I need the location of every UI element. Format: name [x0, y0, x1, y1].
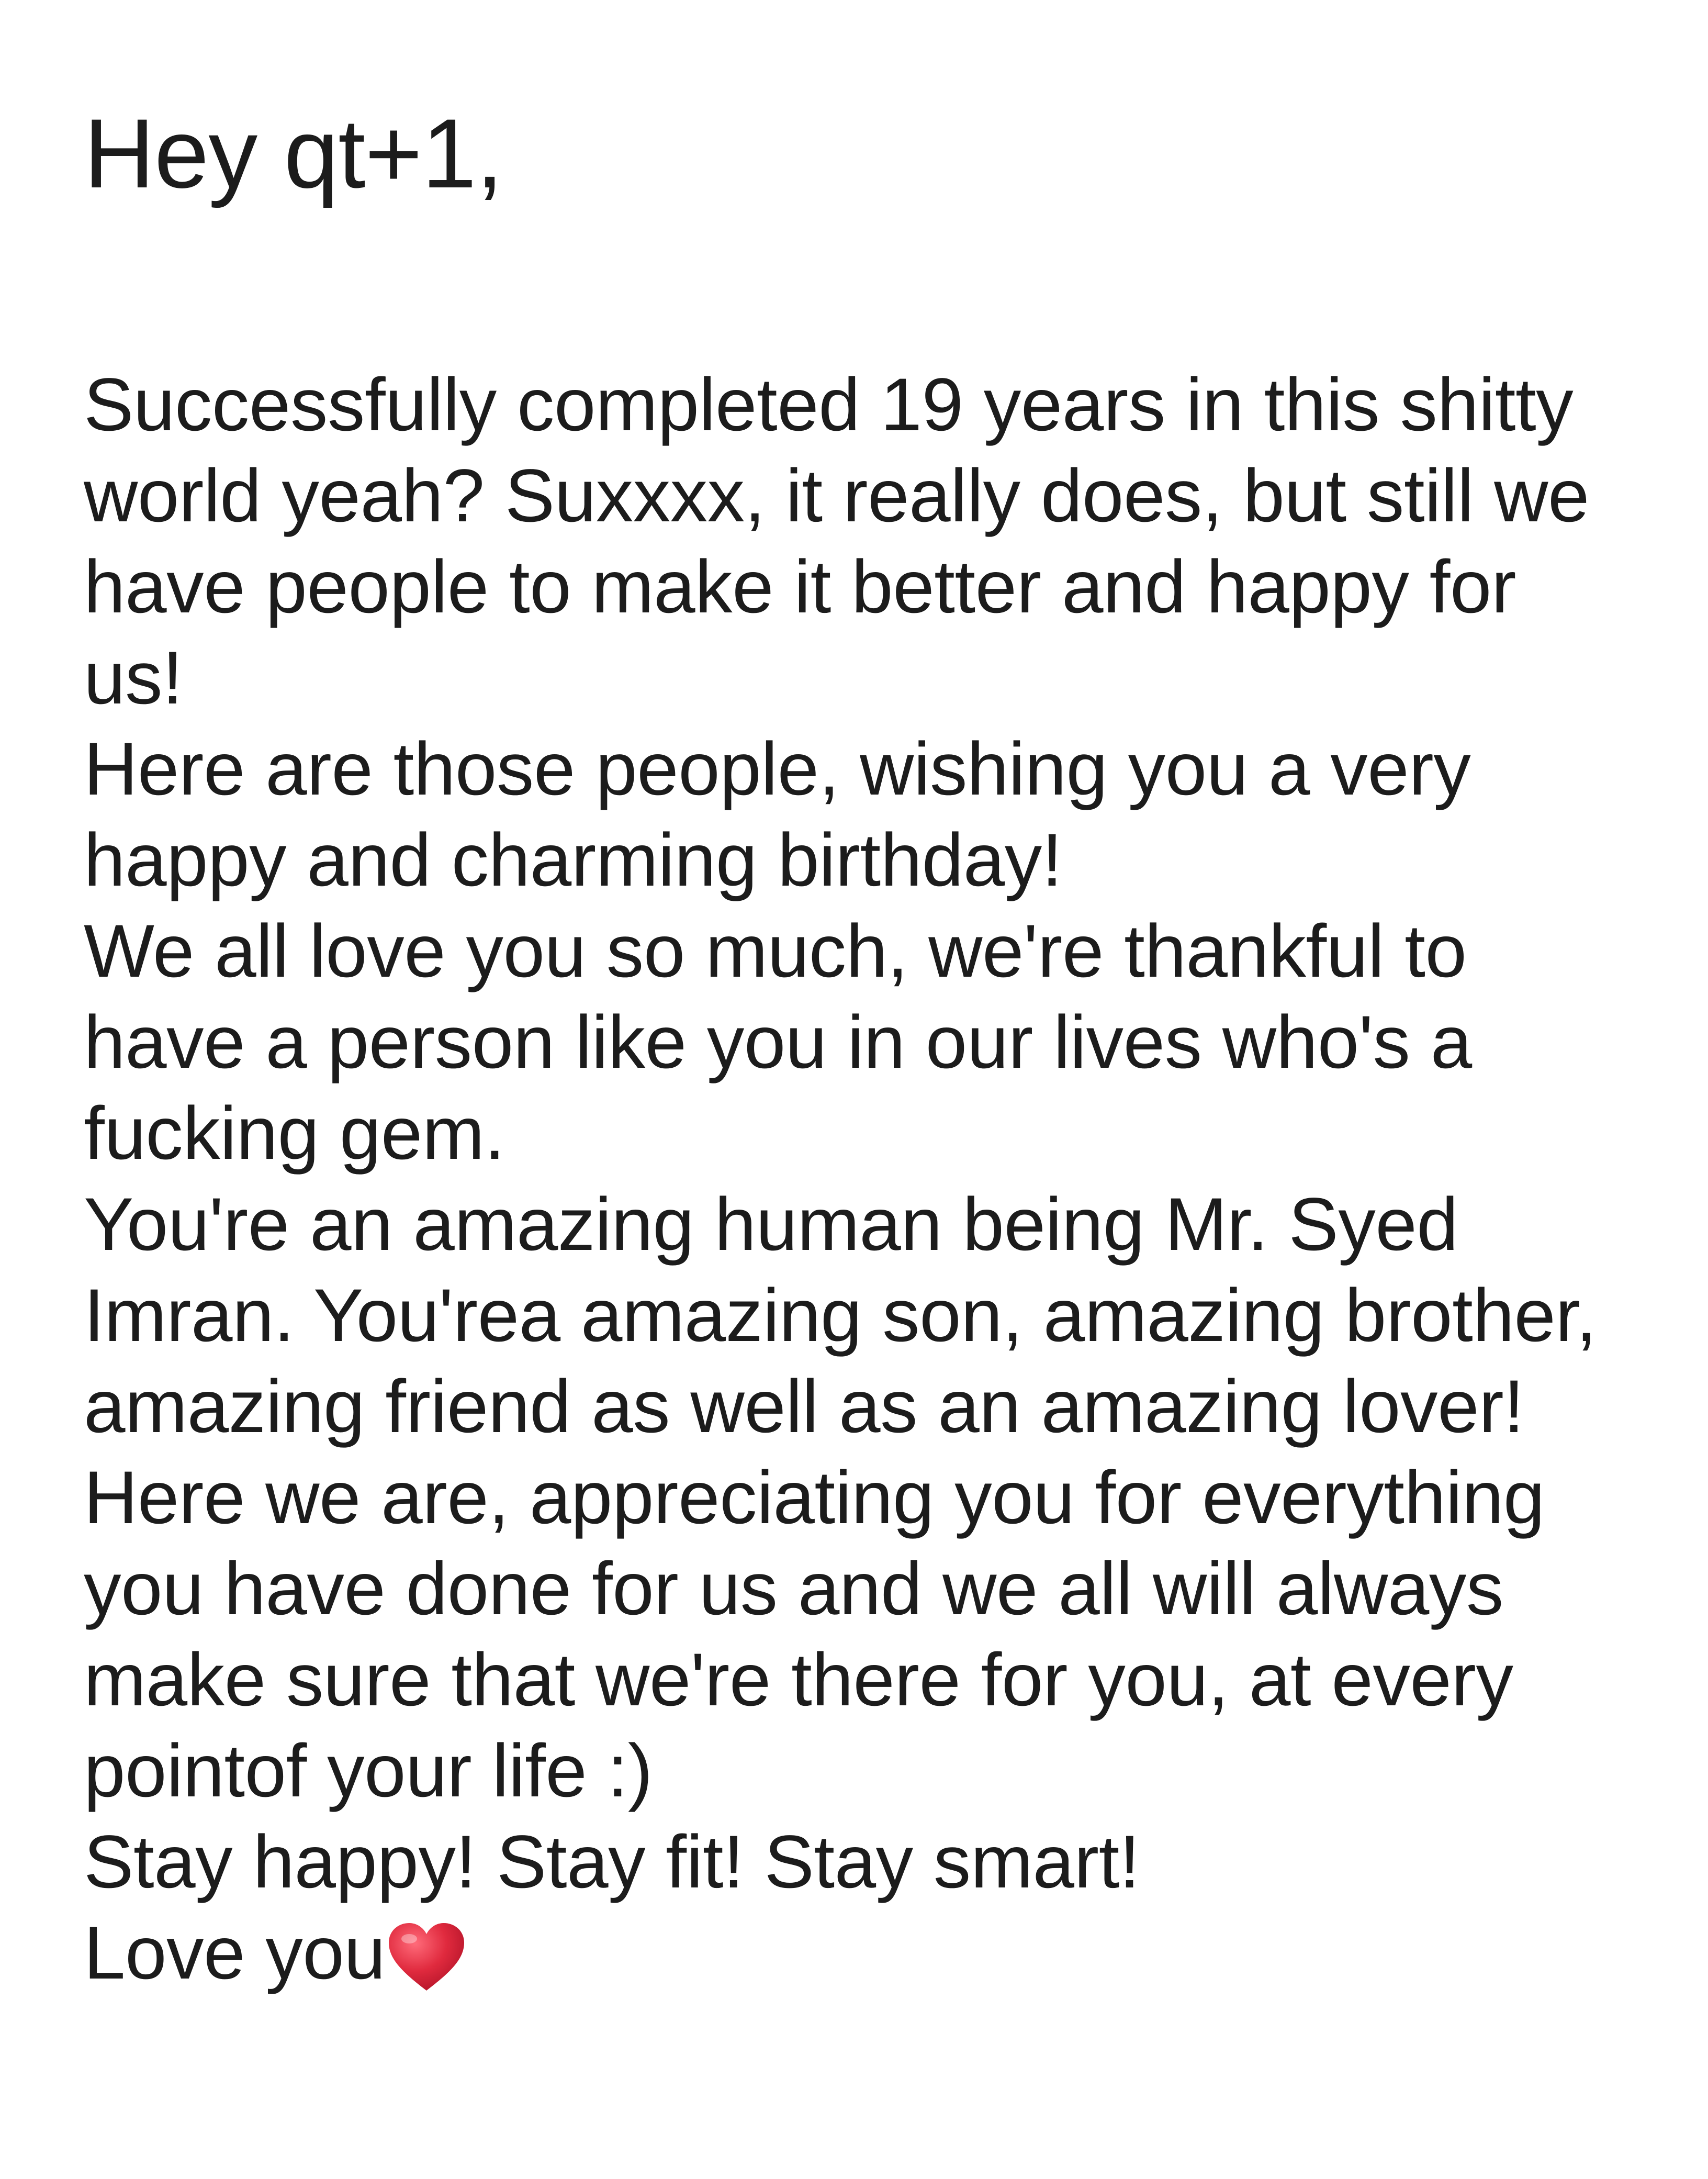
- body-line: us!: [84, 636, 183, 720]
- body-line: You're an amazing human being Mr. Syed: [84, 1182, 1458, 1266]
- body-line: you have done for us and we all will alw…: [84, 1547, 1503, 1630]
- body-line: We all love you so much, we're thankful …: [84, 909, 1467, 993]
- body-line: Here we are, appreciating you for everyt…: [84, 1456, 1545, 1539]
- body-line: Stay happy! Stay fit! Stay smart!: [84, 1820, 1140, 1904]
- sign-off-line: Love you: [84, 1908, 1654, 1999]
- body-line: have a person like you in our lives who'…: [84, 1000, 1472, 1084]
- body-line: happy and charming birthday!: [84, 818, 1063, 902]
- body-line: pointof your life :): [84, 1729, 653, 1813]
- sign-off-text: Love you: [84, 1911, 386, 1995]
- note-content: Hey qt+1, Successfully completed 19 year…: [84, 99, 1654, 1999]
- body-line: Imran. You'rea amazing son, amazing brot…: [84, 1273, 1597, 1357]
- body-line: Here are those people, wishing you a ver…: [84, 727, 1471, 811]
- greeting-heading: Hey qt+1,: [84, 98, 503, 208]
- body-line: amazing friend as well as an amazing lov…: [84, 1365, 1524, 1448]
- body-line: fucking gem.: [84, 1091, 505, 1175]
- note-body: Successfully completed 19 years in this …: [84, 360, 1654, 1999]
- body-line: have people to make it better and happy …: [84, 545, 1516, 629]
- body-line: make sure that we're there for you, at e…: [84, 1638, 1513, 1722]
- body-line: world yeah? Suxxxx, it really does, but …: [84, 454, 1590, 538]
- heart-icon: [387, 1921, 466, 1994]
- body-line: Successfully completed 19 years in this …: [84, 363, 1574, 446]
